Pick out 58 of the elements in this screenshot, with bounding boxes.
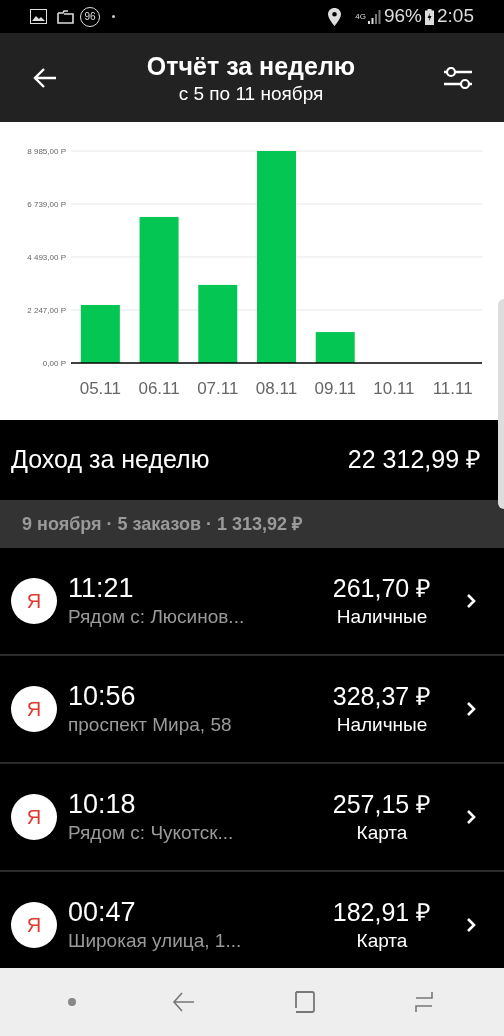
battery-level: 96% [384,4,422,29]
chevron-right-icon [466,593,476,609]
order-row[interactable]: Я 10:18 Рядом с: Чукотск... 257,15 ₽ Карта [0,764,504,872]
order-row[interactable]: Я 11:21 Рядом с: Люсинов... 261,70 ₽ Наличные [0,548,504,656]
income-label: Доход за неделю [11,444,210,476]
bar [315,332,355,363]
chevron-right-icon [466,701,476,717]
order-address: Рядом с: Чукотск... [68,821,235,845]
service-logo: Я [11,902,57,948]
bar [80,304,120,363]
x-axis-label: 11.11 [432,379,473,398]
payment-method: Наличные [336,605,428,629]
network-type: 4G [355,12,366,21]
home-nav-icon[interactable] [292,990,316,1014]
service-logo: Я [11,578,57,624]
x-axis-label: 07.11 [197,379,239,398]
order-row[interactable]: Я 10:56 проспект Мира, 58 328,37 ₽ Наличные [0,656,504,764]
service-logo: Я [11,686,57,732]
y-axis-label: 8 985,00 Р [27,147,66,156]
order-address: Рядом с: Люсинов... [68,605,246,629]
order-time: 11:21 [68,572,135,604]
dot-button[interactable] [68,998,76,1006]
chevron-right-icon [466,917,476,933]
x-axis-label: 09.11 [314,379,356,398]
back-nav-icon[interactable] [172,990,196,1014]
x-axis-label: 06.11 [138,379,180,398]
order-time: 10:56 [68,680,137,712]
battery-icon [425,8,434,25]
recents-nav-icon[interactable] [412,990,436,1014]
payment-method: Карта [356,929,408,953]
y-axis-label: 6 739,00 Р [27,200,66,209]
day-summary: 9 ноября · 5 заказов · 1 313,92 ₽ [22,512,303,536]
x-axis-label: 10.11 [373,379,415,398]
clock: 2:05 [437,4,474,29]
x-axis-label: 08.11 [255,379,298,398]
order-amount: 261,70 ₽ [332,573,432,604]
page-subtitle: с 5 по 11 ноября [178,81,324,106]
order-address: проспект Мира, 58 [68,713,233,737]
order-time: 00:47 [68,896,137,928]
y-axis-label: 2 247,00 Р [27,306,66,315]
order-address: Широкая улица, 1... [68,929,243,953]
image-icon [30,9,47,24]
order-amount: 257,15 ₽ [332,789,432,820]
y-axis-label: 4 493,00 Р [27,253,66,262]
chevron-right-icon [466,809,476,825]
order-time: 10:18 [68,788,137,820]
folder-icon [57,9,74,24]
income-amount: 22 312,99 ₽ [347,444,481,476]
signal-icon [368,9,381,24]
page-title: Отчёт за неделю [146,50,356,82]
y-axis-label: 0,00 Р [42,359,66,368]
payment-method: Наличные [336,713,428,737]
x-axis-label: 05.11 [79,379,121,398]
service-logo: Я [11,794,57,840]
payment-method: Карта [356,821,408,845]
order-amount: 328,37 ₽ [332,681,432,712]
order-amount: 182,91 ₽ [332,897,432,928]
location-icon [328,7,342,26]
